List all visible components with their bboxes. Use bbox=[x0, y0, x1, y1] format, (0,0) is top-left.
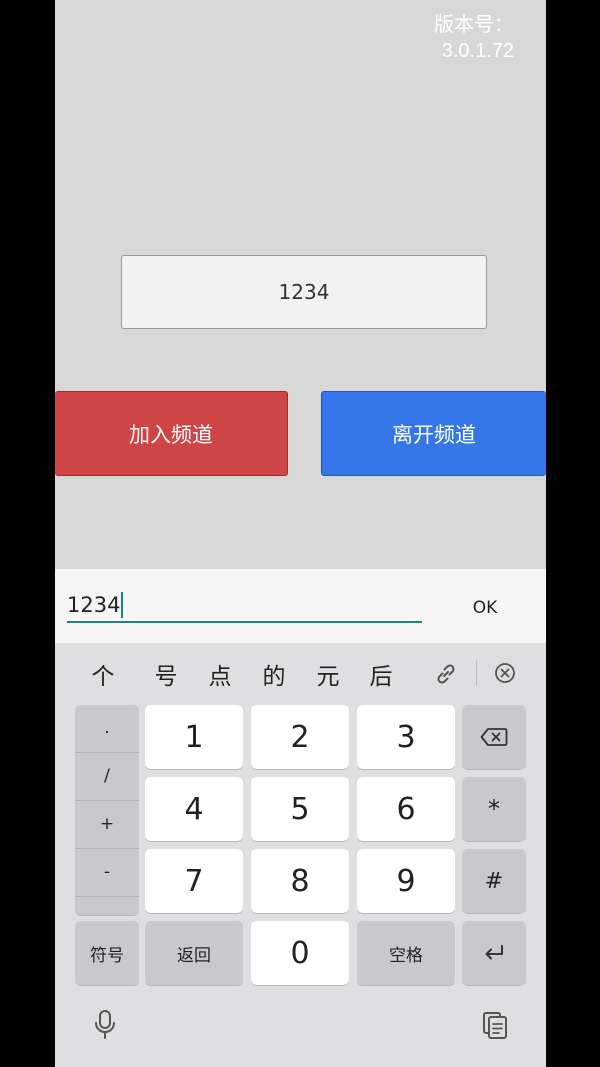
key-6[interactable]: 6 bbox=[357, 777, 455, 841]
key-9[interactable]: 9 bbox=[357, 849, 455, 913]
leave-channel-button[interactable]: 离开频道 bbox=[321, 391, 546, 476]
ime-input-bar: 1234 OK bbox=[55, 569, 546, 643]
symbol-key-plus[interactable]: + bbox=[75, 801, 139, 847]
enter-icon bbox=[485, 945, 503, 960]
space-key[interactable]: 空格 bbox=[357, 921, 455, 985]
ime-text-value: 1234 bbox=[67, 593, 121, 617]
symbol-column: . / + - bbox=[75, 705, 139, 915]
channel-id-value: 1234 bbox=[278, 280, 330, 304]
candidate-item[interactable]: 点 bbox=[200, 657, 240, 691]
symbols-key[interactable]: 符号 bbox=[75, 921, 139, 985]
mic-icon[interactable] bbox=[93, 1009, 117, 1041]
candidate-item[interactable]: 元 bbox=[308, 657, 348, 691]
candidate-item[interactable]: 个 bbox=[83, 657, 123, 691]
hash-key[interactable]: # bbox=[462, 849, 526, 913]
close-candidates-icon[interactable] bbox=[492, 660, 518, 686]
backspace-key[interactable] bbox=[462, 705, 526, 769]
key-5[interactable]: 5 bbox=[251, 777, 349, 841]
key-2[interactable]: 2 bbox=[251, 705, 349, 769]
app-screen: 版本号： 3.0.1.72 1234 加入频道 离开频道 1234 OK 个 号… bbox=[55, 0, 546, 1067]
candidate-divider bbox=[476, 660, 477, 686]
symbol-key-slash[interactable]: / bbox=[75, 753, 139, 799]
version-label: 版本号： bbox=[434, 14, 514, 36]
link-icon[interactable] bbox=[433, 661, 459, 687]
enter-key[interactable] bbox=[462, 921, 526, 985]
version-info: 版本号： 3.0.1.72 bbox=[394, 12, 514, 64]
candidate-item[interactable]: 号 bbox=[146, 657, 186, 691]
ime-text-field[interactable]: 1234 bbox=[67, 589, 422, 623]
key-3[interactable]: 3 bbox=[357, 705, 455, 769]
channel-id-input[interactable]: 1234 bbox=[121, 255, 487, 329]
key-8[interactable]: 8 bbox=[251, 849, 349, 913]
key-7[interactable]: 7 bbox=[145, 849, 243, 913]
candidate-item[interactable]: 的 bbox=[254, 657, 294, 691]
key-0[interactable]: 0 bbox=[251, 921, 349, 985]
key-1[interactable]: 1 bbox=[145, 705, 243, 769]
backspace-icon bbox=[480, 728, 508, 746]
symbol-key-minus[interactable]: - bbox=[75, 849, 139, 895]
ok-button[interactable]: OK bbox=[455, 593, 515, 623]
key-4[interactable]: 4 bbox=[145, 777, 243, 841]
text-cursor bbox=[121, 592, 124, 618]
candidate-item[interactable]: 后 bbox=[361, 657, 401, 691]
symbol-key-dot[interactable]: . bbox=[75, 705, 139, 751]
candidate-bar: 个 号 点 的 元 后 bbox=[55, 643, 546, 701]
keyboard: 个 号 点 的 元 后 . / + - 1 2 3 4 5 6 * 7 8 9 … bbox=[55, 643, 546, 1067]
clipboard-icon[interactable] bbox=[481, 1010, 509, 1040]
asterisk-key[interactable]: * bbox=[462, 777, 526, 841]
divider bbox=[75, 896, 139, 897]
join-channel-button[interactable]: 加入频道 bbox=[55, 391, 288, 476]
back-key[interactable]: 返回 bbox=[145, 921, 243, 985]
version-value: 3.0.1.72 bbox=[441, 40, 514, 62]
